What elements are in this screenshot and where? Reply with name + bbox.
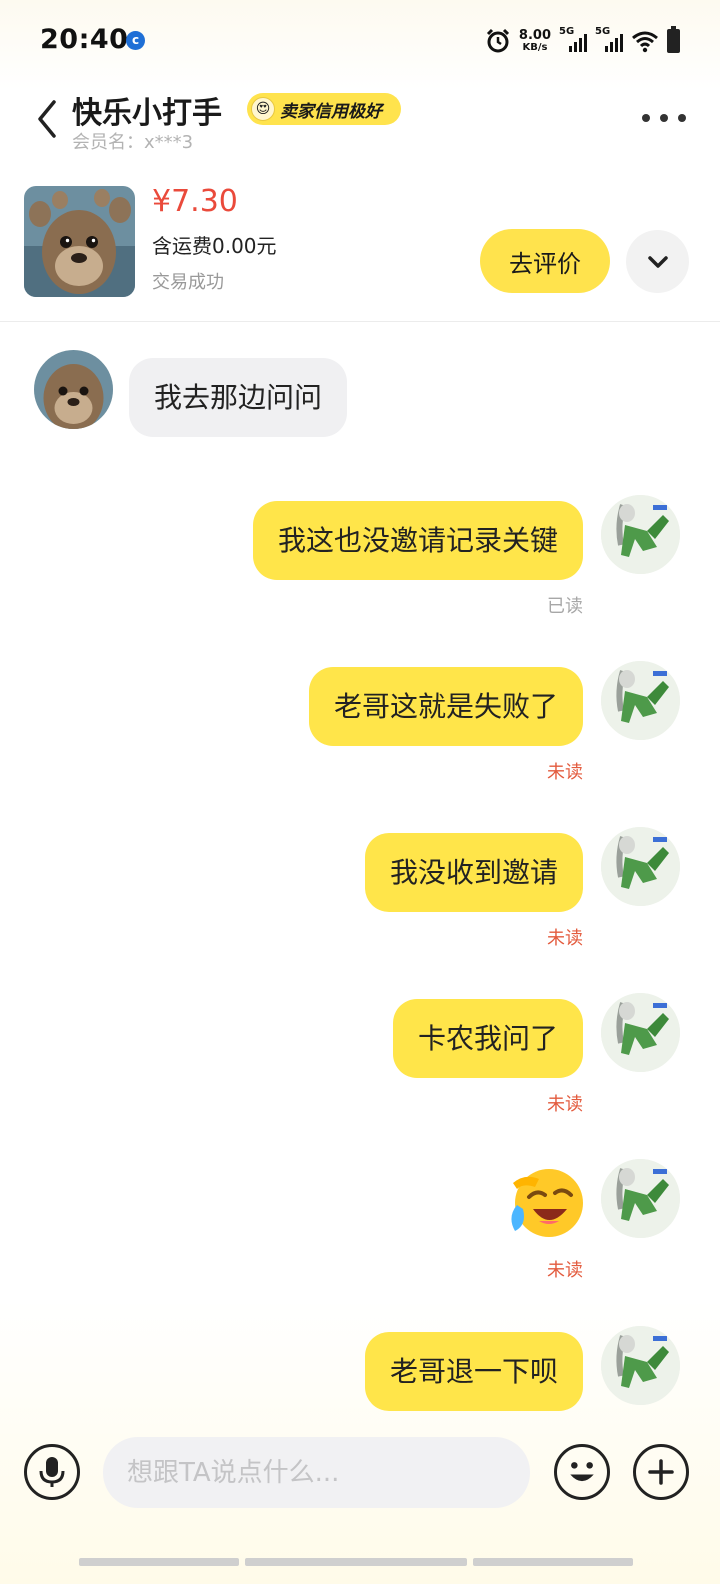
credit-badge-label: 卖家信用极好 <box>280 101 382 122</box>
message-bubble-outgoing[interactable]: 老哥这就是失败了 <box>308 667 583 746</box>
gesture-bar-segment <box>245 1558 467 1566</box>
plus-button[interactable] <box>633 1444 689 1500</box>
credit-badge: 😍 卖家信用极好 <box>247 93 401 125</box>
my-avatar[interactable] <box>601 1326 680 1405</box>
my-avatar[interactable] <box>601 661 680 740</box>
signal-icon-sim1: 5G <box>559 26 587 54</box>
my-avatar[interactable] <box>601 1159 680 1238</box>
read-receipt: 已读 <box>547 596 583 617</box>
network-speed: 8.00 KB/s <box>519 29 551 53</box>
my-avatar[interactable] <box>601 827 680 906</box>
wifi-icon <box>632 31 658 53</box>
expand-button[interactable] <box>626 230 689 293</box>
member-name: 会员名：x***3 <box>72 132 194 153</box>
my-avatar[interactable] <box>601 993 680 1072</box>
header-divider <box>0 321 720 322</box>
shipping-info: 含运费0.00元 <box>152 234 277 258</box>
heart-eyes-emoji-icon: 😍 <box>251 97 275 121</box>
product-thumbnail[interactable] <box>24 186 135 297</box>
clock: 20:40 <box>40 24 129 55</box>
status-icons: 8.00 KB/s 5G 5G <box>485 24 680 58</box>
my-avatar[interactable] <box>601 495 680 574</box>
network-speed-unit: KB/s <box>522 42 548 53</box>
network-speed-value: 8.00 <box>518 28 551 43</box>
unread-receipt: 未读 <box>547 762 583 783</box>
message-input[interactable] <box>103 1437 530 1508</box>
message-bubble-outgoing[interactable]: 老哥退一下呗 <box>364 1332 583 1411</box>
message-bubble-outgoing[interactable]: 我这也没邀请记录关键 <box>252 501 583 580</box>
back-arrow-icon[interactable] <box>30 96 66 142</box>
gesture-bar-segment <box>79 1558 239 1566</box>
review-button[interactable]: 去评价 <box>480 229 610 293</box>
chevron-down-icon <box>647 255 668 268</box>
status-bar: 20:40 c 8.00 KB/s 5G 5G <box>0 0 720 80</box>
unread-receipt: 未读 <box>547 1094 583 1115</box>
plus-icon <box>648 1459 674 1485</box>
signal-icon-sim2: 5G <box>595 26 623 54</box>
gesture-bar-segment <box>473 1558 633 1566</box>
more-dots-icon[interactable] <box>642 104 686 132</box>
seller-avatar[interactable] <box>34 350 113 429</box>
smiley-icon[interactable] <box>554 1444 610 1500</box>
voice-button[interactable] <box>24 1444 80 1500</box>
microphone-icon <box>39 1457 65 1487</box>
unread-receipt: 未读 <box>547 1260 583 1281</box>
carrier-app-icon: c <box>126 31 145 50</box>
order-status: 交易成功 <box>152 272 224 293</box>
message-bubble-outgoing[interactable]: 我没收到邀请 <box>364 833 583 912</box>
product-price: ¥7.30 <box>152 184 238 219</box>
seller-name[interactable]: 快乐小打手 <box>72 88 222 132</box>
message-bubble-outgoing[interactable]: 卡农我问了 <box>392 999 583 1078</box>
battery-icon <box>667 26 680 53</box>
message-bubble-incoming[interactable]: 我去那边问问 <box>129 358 348 437</box>
crying-laughing-emoji-icon[interactable] <box>505 1165 585 1241</box>
alarm-icon <box>486 28 509 53</box>
unread-receipt: 未读 <box>547 928 583 949</box>
